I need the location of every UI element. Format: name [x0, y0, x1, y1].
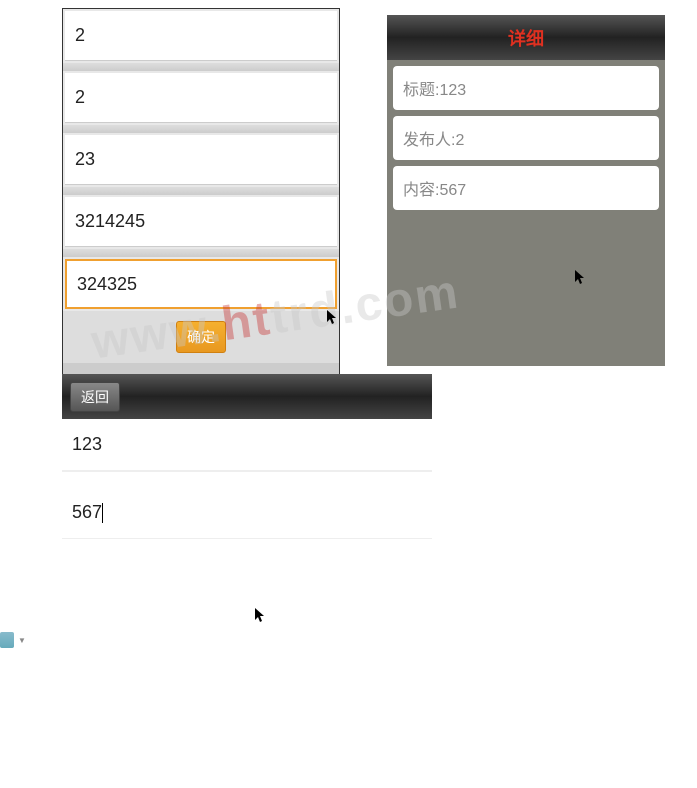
input-value: 23 [75, 149, 95, 170]
separator [63, 187, 339, 195]
title-value: 123 [72, 434, 102, 454]
form-panel: 2 2 23 3214245 324325 确定 [62, 8, 340, 383]
detail-panel: 详细 标题:123 发布人:2 内容:567 [387, 15, 665, 366]
input-field-5[interactable]: 324325 [65, 259, 337, 309]
file-dropdown-icon[interactable]: ▼ [0, 632, 26, 648]
content-value: 567 [72, 502, 102, 522]
detail-row-title: 标题:123 [393, 66, 659, 110]
editor-panel: 返回 123 567 [62, 374, 432, 788]
content-area[interactable] [62, 538, 432, 788]
text-cursor-icon [102, 503, 103, 523]
detail-title: 详细 [508, 25, 544, 51]
chevron-down-icon: ▼ [18, 636, 26, 645]
input-value: 2 [75, 87, 85, 108]
title-input[interactable]: 123 [62, 419, 432, 472]
input-value: 324325 [77, 274, 137, 295]
detail-row-content: 内容:567 [393, 166, 659, 210]
input-field-1[interactable]: 2 [65, 11, 337, 61]
input-field-3[interactable]: 23 [65, 135, 337, 185]
back-button[interactable]: 返回 [70, 382, 120, 412]
input-field-4[interactable]: 3214245 [65, 197, 337, 247]
content-input[interactable]: 567 [62, 472, 432, 538]
detail-row-publisher: 发布人:2 [393, 116, 659, 160]
document-icon [0, 632, 14, 648]
separator [63, 249, 339, 257]
input-value: 3214245 [75, 211, 145, 232]
separator [63, 125, 339, 133]
input-value: 2 [75, 25, 85, 46]
input-field-2[interactable]: 2 [65, 73, 337, 123]
separator [63, 63, 339, 71]
confirm-button[interactable]: 确定 [176, 321, 226, 353]
editor-header: 返回 [62, 374, 432, 419]
button-area: 确定 [63, 311, 339, 363]
detail-header: 详细 [387, 15, 665, 60]
